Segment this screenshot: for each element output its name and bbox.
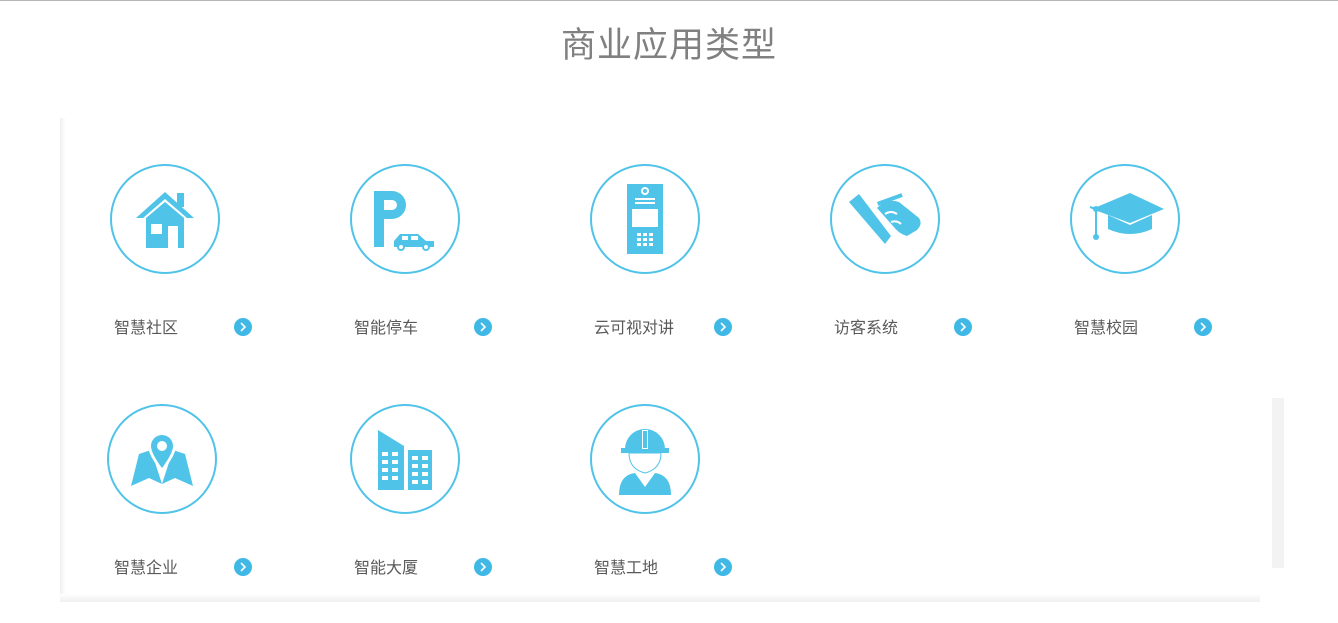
- icon-circle: [107, 404, 217, 514]
- app-card-smart-campus[interactable]: 智慧校园: [1030, 164, 1212, 364]
- chevron-right-icon: [1200, 322, 1207, 332]
- card-label: 云可视对讲: [594, 318, 675, 337]
- parking-car-icon: [374, 191, 434, 251]
- chevron-right-icon: [240, 322, 247, 332]
- arrow-right-button[interactable]: [714, 318, 732, 336]
- intercom-panel-icon: [627, 184, 663, 254]
- arrow-right-button[interactable]: [234, 558, 252, 576]
- chevron-right-icon: [720, 562, 727, 572]
- graduation-cap-icon: [1089, 193, 1164, 240]
- chevron-right-icon: [960, 322, 967, 332]
- arrow-right-button[interactable]: [954, 318, 972, 336]
- app-card-smart-construction-site[interactable]: 智慧工地: [550, 404, 732, 604]
- pen-signing-icon: [849, 193, 921, 244]
- icon-circle: [350, 164, 460, 274]
- chevron-right-icon: [480, 322, 487, 332]
- icon-circle: [110, 164, 220, 274]
- card-label: 智慧企业: [114, 558, 179, 577]
- card-label: 智能停车: [354, 318, 419, 337]
- icon-circle: [590, 164, 700, 274]
- buildings-icon: [378, 430, 432, 490]
- house-icon: [136, 192, 194, 248]
- arrow-right-button[interactable]: [474, 318, 492, 336]
- card-label: 智能大厦: [354, 558, 419, 577]
- chevron-right-icon: [240, 562, 247, 572]
- card-label: 访客系统: [834, 318, 899, 337]
- icon-circle: [830, 164, 940, 274]
- arrow-right-button[interactable]: [474, 558, 492, 576]
- icon-circle: [590, 404, 700, 514]
- card-label: 智慧校园: [1074, 318, 1139, 337]
- arrow-right-button[interactable]: [1194, 318, 1212, 336]
- app-card-smart-community[interactable]: 智慧社区: [70, 164, 252, 364]
- app-card-cloud-video-intercom[interactable]: 云可视对讲: [550, 164, 732, 364]
- scrollbar-track[interactable]: [1272, 398, 1284, 568]
- top-divider: [0, 0, 1338, 1]
- panel-shadow-left: [60, 118, 66, 602]
- app-card-smart-building[interactable]: 智能大厦: [310, 404, 492, 604]
- map-pin-icon: [131, 432, 193, 486]
- icon-circle: [1070, 164, 1180, 274]
- app-card-smart-parking[interactable]: 智能停车: [310, 164, 492, 364]
- page-title: 商业应用类型: [560, 26, 777, 66]
- app-card-visitor-system[interactable]: 访客系统: [790, 164, 972, 364]
- chevron-right-icon: [480, 562, 487, 572]
- chevron-right-icon: [720, 322, 727, 332]
- arrow-right-button[interactable]: [714, 558, 732, 576]
- icon-circle: [350, 404, 460, 514]
- card-label: 智慧社区: [114, 318, 179, 337]
- worker-helmet-icon: [619, 429, 671, 495]
- app-card-smart-enterprise[interactable]: 智慧企业: [70, 404, 252, 604]
- arrow-right-button[interactable]: [234, 318, 252, 336]
- card-label: 智慧工地: [594, 558, 659, 577]
